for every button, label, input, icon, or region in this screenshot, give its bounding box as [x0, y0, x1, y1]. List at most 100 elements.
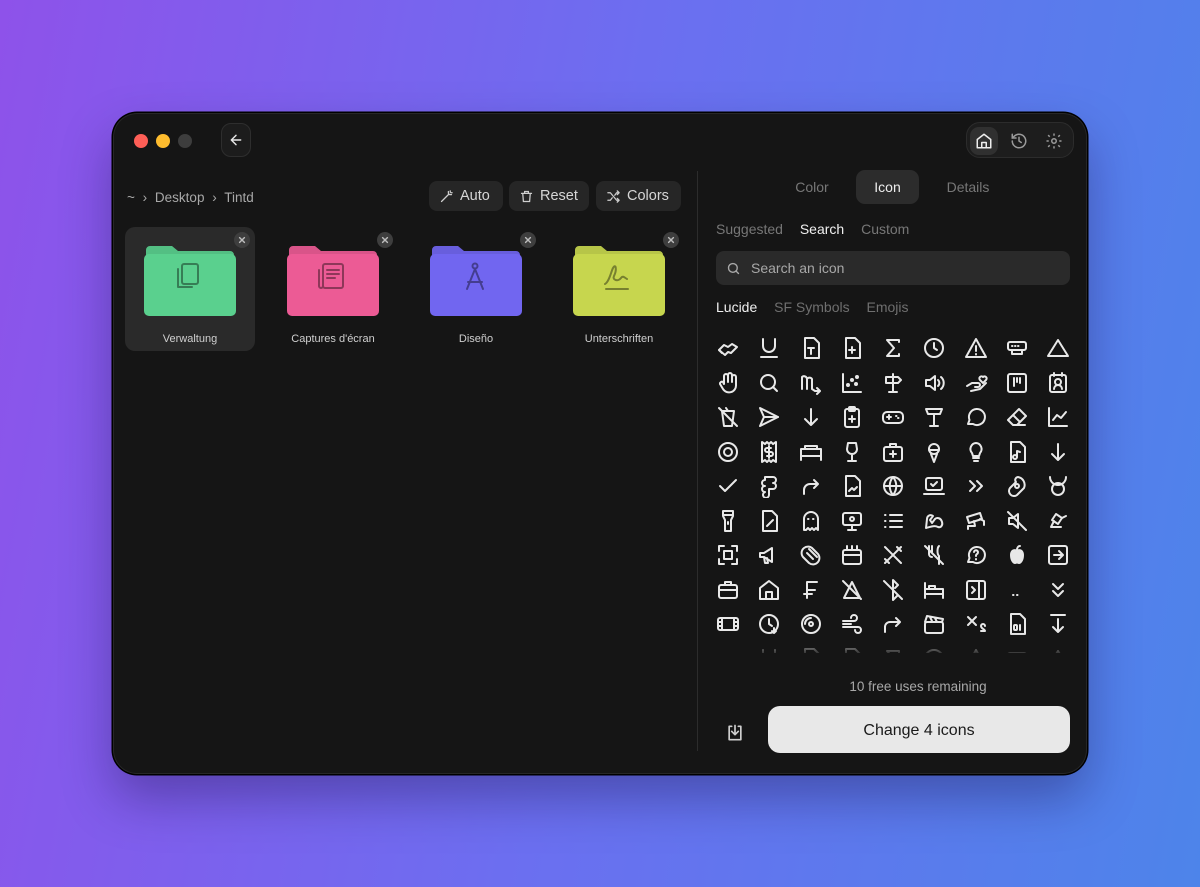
icon-option[interactable]: [1044, 573, 1075, 608]
remove-folder-button[interactable]: [377, 232, 393, 248]
icon-option[interactable]: [838, 538, 879, 573]
icon-option[interactable]: [755, 331, 796, 366]
breadcrumb-item[interactable]: Tintd: [224, 190, 254, 205]
subtab-suggested[interactable]: Suggested: [716, 221, 783, 237]
zoom-window-button[interactable]: [178, 134, 192, 148]
icon-option[interactable]: [920, 538, 961, 573]
icon-option[interactable]: [714, 573, 755, 608]
icon-option[interactable]: [1044, 366, 1075, 401]
icon-option[interactable]: [879, 504, 920, 539]
icon-option[interactable]: [755, 573, 796, 608]
remove-folder-button[interactable]: [234, 232, 250, 248]
icon-option[interactable]: [1044, 469, 1075, 504]
icon-option[interactable]: [838, 331, 879, 366]
icon-option[interactable]: [879, 366, 920, 401]
library-tab-lucide[interactable]: Lucide: [716, 299, 757, 315]
icon-option[interactable]: [838, 366, 879, 401]
icon-option[interactable]: [714, 435, 755, 470]
icon-option[interactable]: [962, 435, 1003, 470]
icon-option[interactable]: [838, 469, 879, 504]
subtab-search[interactable]: Search: [800, 221, 844, 237]
icon-option[interactable]: [1003, 331, 1044, 366]
icon-option[interactable]: [755, 400, 796, 435]
icon-option[interactable]: [879, 469, 920, 504]
minimize-window-button[interactable]: [156, 134, 170, 148]
icon-option[interactable]: [797, 504, 838, 539]
icon-option[interactable]: [797, 331, 838, 366]
icon-option[interactable]: [879, 573, 920, 608]
icon-option[interactable]: [714, 469, 755, 504]
icon-option[interactable]: [838, 573, 879, 608]
icon-option[interactable]: [962, 469, 1003, 504]
icon-option[interactable]: [838, 435, 879, 470]
folder-item[interactable]: Unterschriften: [554, 227, 684, 351]
icon-option[interactable]: [1003, 504, 1044, 539]
icon-option[interactable]: [962, 573, 1003, 608]
icon-option[interactable]: [920, 435, 961, 470]
icon-option[interactable]: [1044, 400, 1075, 435]
icon-option[interactable]: [755, 504, 796, 539]
icon-option[interactable]: [879, 538, 920, 573]
icon-option[interactable]: [797, 366, 838, 401]
library-tab-emojis[interactable]: Emojis: [867, 299, 909, 315]
tab-details[interactable]: Details: [930, 170, 1006, 204]
icon-option[interactable]: [879, 331, 920, 366]
icon-option[interactable]: [879, 400, 920, 435]
icon-option[interactable]: [1003, 573, 1044, 608]
icon-option[interactable]: [962, 400, 1003, 435]
download-button[interactable]: [721, 719, 749, 747]
icon-option[interactable]: [838, 400, 879, 435]
icon-option[interactable]: [1003, 435, 1044, 470]
icon-option[interactable]: [1003, 469, 1044, 504]
icon-option[interactable]: [1003, 400, 1044, 435]
colors-button[interactable]: Colors: [596, 181, 681, 211]
icon-option[interactable]: [962, 331, 1003, 366]
icon-option[interactable]: [797, 469, 838, 504]
icon-option[interactable]: [714, 400, 755, 435]
breadcrumb-item[interactable]: Desktop: [155, 190, 205, 205]
icon-option[interactable]: [920, 469, 961, 504]
icon-option[interactable]: [920, 331, 961, 366]
icon-option[interactable]: [962, 538, 1003, 573]
icon-option[interactable]: [879, 435, 920, 470]
auto-button[interactable]: Auto: [429, 181, 503, 211]
remove-folder-button[interactable]: [663, 232, 679, 248]
home-button[interactable]: [970, 127, 998, 155]
icon-option[interactable]: [920, 400, 961, 435]
icon-option[interactable]: [714, 538, 755, 573]
icon-option[interactable]: [797, 573, 838, 608]
tab-color[interactable]: Color: [768, 170, 856, 204]
back-button[interactable]: [221, 123, 251, 157]
icon-option[interactable]: [755, 469, 796, 504]
history-button[interactable]: [1005, 127, 1033, 155]
icon-option[interactable]: [714, 331, 755, 366]
reset-button[interactable]: Reset: [509, 181, 589, 211]
breadcrumb-item[interactable]: ~: [127, 190, 135, 205]
icon-option[interactable]: [755, 435, 796, 470]
settings-button[interactable]: [1040, 127, 1068, 155]
icon-option[interactable]: [714, 366, 755, 401]
icon-option[interactable]: [962, 366, 1003, 401]
icon-option[interactable]: [1044, 435, 1075, 470]
library-tab-sf-symbols[interactable]: SF Symbols: [774, 299, 849, 315]
icon-option[interactable]: [797, 400, 838, 435]
remove-folder-button[interactable]: [520, 232, 536, 248]
icon-option[interactable]: [714, 504, 755, 539]
folder-item[interactable]: Verwaltung: [125, 227, 255, 351]
icon-option[interactable]: [920, 504, 961, 539]
icon-option[interactable]: [797, 435, 838, 470]
icon-option[interactable]: [1044, 331, 1075, 366]
icon-option[interactable]: [1044, 538, 1075, 573]
icon-option[interactable]: [755, 366, 796, 401]
subtab-custom[interactable]: Custom: [861, 221, 909, 237]
icon-option[interactable]: [920, 366, 961, 401]
icon-option[interactable]: [755, 538, 796, 573]
change-icons-button[interactable]: Change 4 icons: [768, 706, 1070, 753]
icon-option[interactable]: [797, 538, 838, 573]
icon-option[interactable]: [838, 504, 879, 539]
icon-option[interactable]: [1044, 504, 1075, 539]
icon-option[interactable]: [920, 573, 961, 608]
folder-item[interactable]: Diseño: [411, 227, 541, 351]
folder-item[interactable]: Captures d'écran: [268, 227, 398, 351]
search-input[interactable]: [749, 259, 1053, 277]
